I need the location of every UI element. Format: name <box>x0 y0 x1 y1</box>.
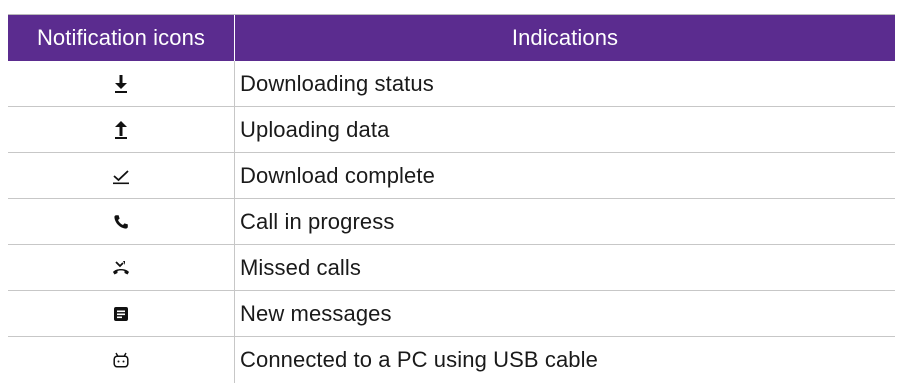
table-row: Missed calls <box>8 245 895 291</box>
download-arrow-icon <box>115 74 127 93</box>
indication-text: Download complete <box>240 162 435 188</box>
table-row: Download complete <box>8 153 895 199</box>
table-row: Uploading data <box>8 107 895 153</box>
icon-cell <box>8 337 235 383</box>
message-icon <box>114 306 128 321</box>
indication-text: Connected to a PC using USB cable <box>240 347 598 372</box>
table-row: Connected to a PC using USB cable <box>8 337 895 383</box>
icon-cell <box>8 245 235 290</box>
icon-cell <box>8 291 235 336</box>
indication-text: Call in progress <box>240 208 395 234</box>
table-header: Notification icons Indications <box>8 15 895 61</box>
download-complete-check-icon <box>113 169 129 184</box>
icon-cell <box>8 153 235 198</box>
indication-text: Missed calls <box>240 254 362 280</box>
phone-call-icon <box>114 214 128 229</box>
icon-cell <box>8 199 235 244</box>
notification-icons-table: Notification icons Indications Downloadi… <box>8 14 895 383</box>
missed-call-icon <box>113 260 129 274</box>
upload-arrow-icon <box>115 120 127 139</box>
header-indications: Indications <box>511 25 619 50</box>
header-notification-icons: Notification icons <box>8 15 235 61</box>
android-usb-icon <box>113 352 129 368</box>
table-row: New messages <box>8 291 895 337</box>
indication-text: Uploading data <box>240 116 390 142</box>
indication-text: Downloading status <box>240 70 434 96</box>
table-row: Downloading status <box>8 61 895 107</box>
indication-text: New messages <box>240 300 392 326</box>
icon-cell <box>8 61 235 106</box>
icon-cell <box>8 107 235 152</box>
table-row: Call in progress <box>8 199 895 245</box>
